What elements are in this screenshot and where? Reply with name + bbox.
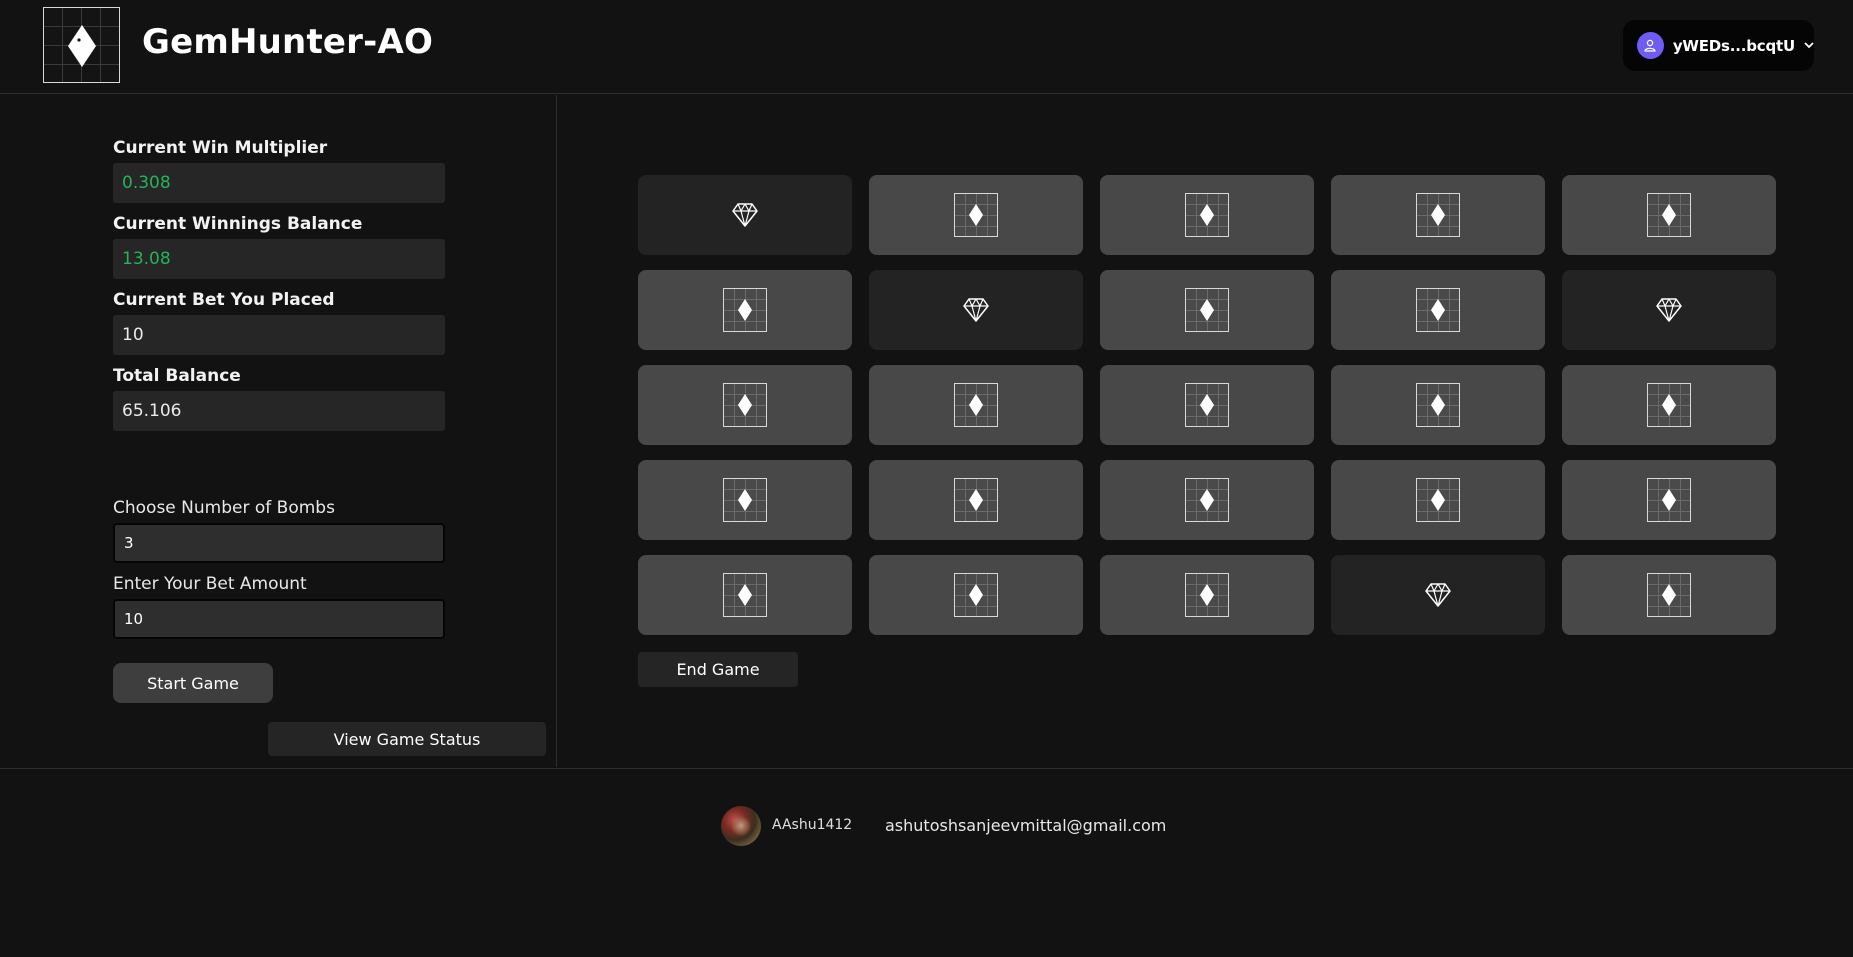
tile-revealed-gem[interactable] [1562,270,1776,350]
gem-icon [732,203,758,227]
diamond-suit-icon [954,478,998,522]
winnings-balance-value: 13.08 [113,239,445,279]
diamond-suit-icon [1185,288,1229,332]
tile-hidden[interactable] [1562,555,1776,635]
total-balance-value: 65.106 [113,391,445,431]
end-game-button[interactable]: End Game [638,652,798,687]
diamond-suit-icon [1185,573,1229,617]
tile-hidden[interactable] [869,175,1083,255]
diamond-suit-icon [1416,478,1460,522]
gem-icon [1656,298,1682,322]
wallet-address: yWEDs...bcqtU [1672,36,1795,55]
tile-hidden[interactable] [1100,270,1314,350]
gem-icon [963,298,989,322]
avatar [721,806,761,846]
win-multiplier-value: 0.308 [113,163,445,203]
bet-amount-input[interactable] [113,599,445,639]
tile-hidden[interactable] [1331,270,1545,350]
wallet-button[interactable]: yWEDs...bcqtU [1623,20,1814,71]
app-header: GemHunter-AO yWEDs...bcqtU [0,0,1853,94]
tile-hidden[interactable] [1562,365,1776,445]
tile-hidden[interactable] [1100,175,1314,255]
diamond-suit-icon [954,573,998,617]
winnings-balance-label: Current Winnings Balance [113,214,363,234]
tile-hidden[interactable] [869,555,1083,635]
diamond-suit-icon [68,25,96,67]
diamond-suit-icon [1185,478,1229,522]
footer-email[interactable]: ashutoshsanjeevmittal@gmail.com [885,816,1166,835]
diamond-suit-icon [723,383,767,427]
tile-hidden[interactable] [1562,175,1776,255]
footer: AAshu1412 ashutoshsanjeevmittal@gmail.co… [0,768,1853,957]
diamond-suit-icon [1185,383,1229,427]
diamond-suit-icon [723,288,767,332]
gem-icon [1425,583,1451,607]
tile-hidden[interactable] [869,365,1083,445]
tile-hidden[interactable] [638,460,852,540]
diamond-suit-icon [1647,193,1691,237]
tile-hidden[interactable] [1331,175,1545,255]
bet-placed-value: 10 [113,315,445,355]
total-balance-label: Total Balance [113,366,241,386]
app-title: GemHunter-AO [142,22,434,62]
start-game-button[interactable]: Start Game [113,663,273,703]
diamond-suit-icon [723,478,767,522]
diamond-suit-icon [1416,193,1460,237]
game-grid [638,175,1776,635]
footer-username: AAshu1412 [772,817,853,833]
app-logo [43,7,120,83]
tile-hidden[interactable] [1562,460,1776,540]
tile-hidden[interactable] [638,555,852,635]
diamond-suit-icon [954,383,998,427]
bet-amount-label: Enter Your Bet Amount [113,574,307,594]
tile-hidden[interactable] [638,365,852,445]
tile-hidden[interactable] [1100,460,1314,540]
bet-placed-label: Current Bet You Placed [113,290,335,310]
diamond-suit-icon [954,193,998,237]
bombs-input[interactable] [113,523,445,563]
win-multiplier-label: Current Win Multiplier [113,138,328,158]
tile-hidden[interactable] [1331,460,1545,540]
bombs-label: Choose Number of Bombs [113,498,335,518]
tile-hidden[interactable] [1331,365,1545,445]
diamond-suit-icon [1647,478,1691,522]
diamond-suit-icon [1416,288,1460,332]
diamond-suit-icon [1647,573,1691,617]
chevron-down-icon [1804,42,1814,49]
user-icon [1637,32,1664,59]
diamond-suit-icon [1416,383,1460,427]
view-game-status-button[interactable]: View Game Status [268,722,546,756]
tile-revealed-gem[interactable] [638,175,852,255]
tile-hidden[interactable] [638,270,852,350]
tile-hidden[interactable] [1100,555,1314,635]
tile-hidden[interactable] [869,460,1083,540]
diamond-suit-icon [1647,383,1691,427]
tile-revealed-gem[interactable] [1331,555,1545,635]
tile-revealed-gem[interactable] [869,270,1083,350]
tile-hidden[interactable] [1100,365,1314,445]
diamond-suit-icon [1185,193,1229,237]
diamond-suit-icon [723,573,767,617]
control-panel: Current Win Multiplier 0.308 Current Win… [0,95,557,767]
